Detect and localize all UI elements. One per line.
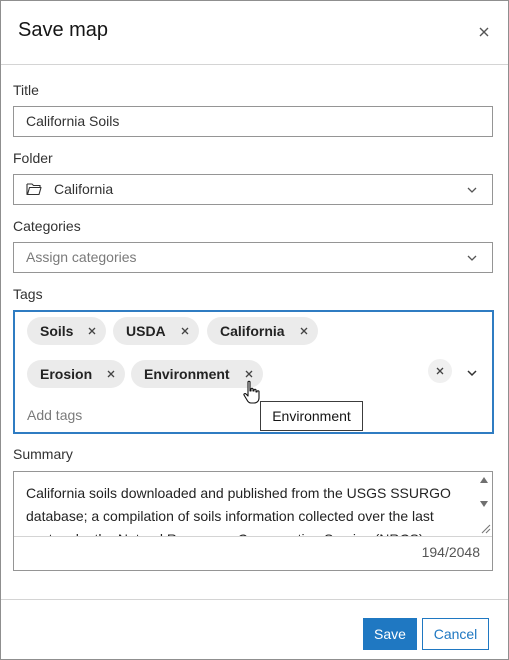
title-input-value: California Soils [26,113,120,129]
tag-chip[interactable]: Erosion [27,360,126,388]
chevron-down-icon [467,255,477,261]
tag-chip[interactable]: Soils [27,317,107,345]
title-label: Title [13,82,39,98]
tag-chip-label: USDA [126,323,166,339]
summary-textarea[interactable]: California soils downloaded and publishe… [13,471,493,571]
tag-chip[interactable]: California [207,317,318,345]
categories-label: Categories [13,218,81,234]
cancel-button[interactable]: Cancel [422,618,489,650]
folder-label: Folder [13,150,53,166]
tag-tooltip: Environment [260,401,363,431]
close-icon [479,27,489,37]
resize-handle-icon[interactable] [479,522,491,534]
remove-tag-button[interactable] [180,326,190,336]
tag-chip[interactable]: USDA [113,317,199,345]
remove-tag-button[interactable] [244,369,254,379]
chevron-down-icon[interactable] [466,367,478,379]
close-icon [300,327,308,335]
close-button[interactable] [469,18,499,46]
categories-select[interactable]: Assign categories [13,242,493,273]
hand-cursor-icon [243,380,260,404]
dialog-header: Save map [1,1,508,65]
remove-tag-button[interactable] [299,326,309,336]
clear-all-tags-button[interactable] [428,359,452,383]
close-icon [245,370,253,378]
dialog-title: Save map [18,19,109,41]
folder-select[interactable]: California [13,174,493,205]
character-counter: 194/2048 [421,544,480,560]
summary-text-region[interactable]: California soils downloaded and publishe… [14,472,492,537]
tag-chip-label: Environment [144,366,230,382]
remove-tag-button[interactable] [106,369,116,379]
close-icon [181,327,189,335]
tag-chip-label: Soils [40,323,74,339]
add-tags-placeholder: Add tags [27,407,83,423]
close-icon [89,327,96,335]
categories-placeholder: Assign categories [26,249,137,265]
title-input[interactable]: California Soils [13,106,493,137]
close-icon [436,367,444,375]
save-button[interactable]: Save [363,618,417,650]
close-icon [107,370,115,378]
remove-tag-button[interactable] [87,326,97,336]
save-map-dialog: Save map Title California Soils Folder C… [0,0,509,660]
chevron-down-icon [467,187,477,193]
tags-input[interactable]: Soils USDA California Erosion Environmen… [13,310,494,434]
scroll-down-icon[interactable] [479,500,489,508]
summary-text: California soils downloaded and publishe… [26,485,451,536]
folder-select-value: California [54,181,114,197]
folder-open-icon [26,183,42,196]
dialog-footer: Save Cancel [1,599,508,660]
tag-chip-label: Erosion [40,366,93,382]
scroll-up-icon[interactable] [479,476,489,484]
summary-label: Summary [13,446,73,462]
tag-chip-label: California [220,323,285,339]
tags-label: Tags [13,286,43,302]
